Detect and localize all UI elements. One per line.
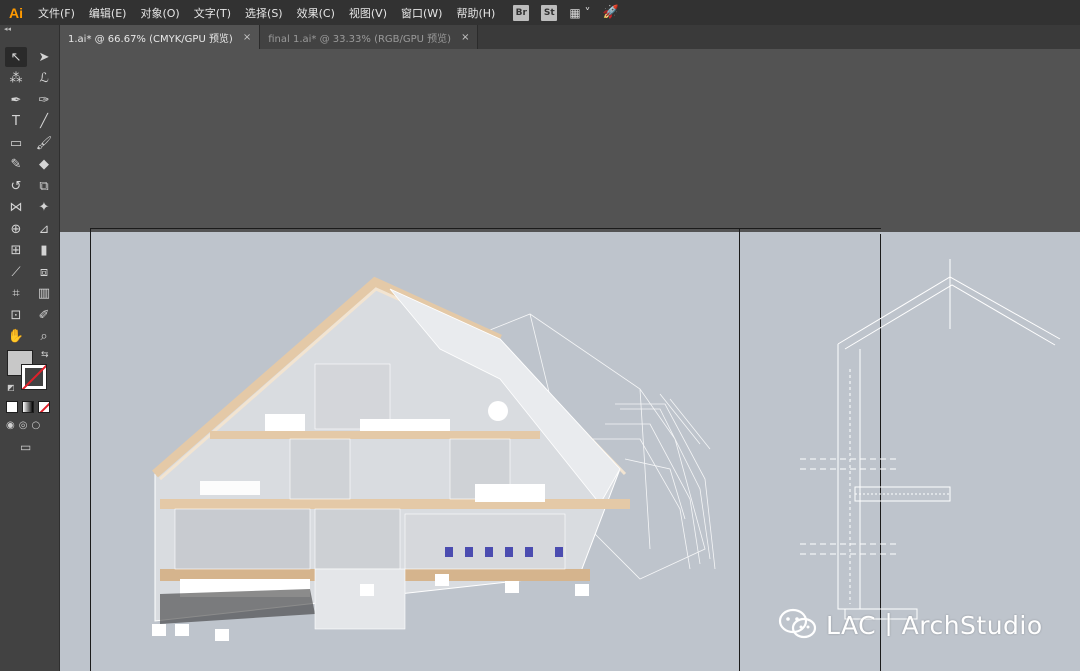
magic-wand-icon[interactable]: ⁂ [5,69,27,89]
blend-icon[interactable]: ⧈ [33,262,55,282]
artwork-house-section[interactable] [60,49,1080,671]
direct-selection-icon[interactable]: ➤ [33,47,55,67]
menu-window[interactable]: 窗口(W) [401,5,442,21]
gradient-icon[interactable]: ▮ [33,241,55,261]
width-icon[interactable]: ⋈ [5,198,27,218]
tool-row: ⊡ ✐ [5,305,55,325]
shape-builder-icon[interactable]: ⊕ [5,219,27,239]
tool-row: ↺ ⧉ [5,176,55,196]
curvature-icon[interactable]: ✑ [33,90,55,110]
draw-inside-icon[interactable]: ○ [31,420,40,434]
document-tabs: 1.ai* @ 66.67% (CMYK/GPU 预览) × final 1.a… [60,25,1080,49]
draw-normal-icon[interactable]: ◉ [6,420,15,434]
stock-button[interactable]: St [541,4,558,21]
hand-icon[interactable]: ✋ [5,327,27,347]
gradient-button[interactable] [22,401,34,413]
menu-type[interactable]: 文字(T) [194,5,231,21]
tool-row: ⟋ ⧈ [5,262,55,282]
eraser-icon[interactable]: ◆ [33,155,55,175]
column-graph-icon[interactable]: ▥ [33,284,55,304]
perspective-grid-icon[interactable]: ⊿ [33,219,55,239]
puppet-warp-icon[interactable]: ✦ [33,198,55,218]
tool-row: ✒ ✑ [5,90,55,110]
stroke-swatch[interactable] [21,364,47,390]
swap-fill-stroke-icon[interactable]: ⇆ [41,350,49,360]
tool-row: ✋ ⌕ [5,327,55,347]
zoom-icon[interactable]: ⌕ [33,327,55,347]
type-icon[interactable]: T [5,112,27,132]
menu-object[interactable]: 对象(O) [140,5,179,21]
screen-mode-icon[interactable]: ▭ [20,440,40,454]
tool-row: ⊕ ⊿ [5,219,55,239]
panel-collapse-icon[interactable]: ◂◂ [0,25,59,35]
menu-view[interactable]: 视图(V) [349,5,387,21]
illustrator-logo: Ai [9,4,23,21]
tool-row: ⌗ ▥ [5,284,55,304]
tab-final-1-ai[interactable]: final 1.ai* @ 33.33% (RGB/GPU 预览) × [260,25,479,49]
tool-row: ↖ ➤ [5,47,55,67]
watermark-text: LAC丨ArchStudio [826,611,1043,640]
draw-behind-icon[interactable]: ◎ [19,420,28,434]
pen-icon[interactable]: ✒ [5,90,27,110]
draw-mode-row: ◉ ◎ ○ [6,420,54,434]
default-fill-stroke-icon[interactable]: ◩ [7,383,15,392]
menu-help[interactable]: 帮助(H) [456,5,495,21]
fill-stroke-widget: ⇆ ◩ [5,350,53,398]
watermark: LAC丨ArchStudio [778,607,1043,641]
tab-1-ai[interactable]: 1.ai* @ 66.67% (CMYK/GPU 预览) × [60,25,261,49]
rotate-icon[interactable]: ↺ [5,176,27,196]
symbol-sprayer-icon[interactable]: ⌗ [5,284,27,304]
lasso-icon[interactable]: ℒ [33,69,55,89]
slice-icon[interactable]: ✐ [33,305,55,325]
shaper-icon[interactable]: ✎ [5,155,27,175]
tool-row: ✎ ◆ [5,155,55,175]
workspace-switcher-icon[interactable]: ▦ ˅ [569,6,590,20]
tools-panel: ◂◂ ⇆ ◩ ◉ ◎ ○ ▭ ↖ ➤ ⁂ ℒ ✒ ✑ T ╱ ▭ 🖌 ✎ ◆ ↺ ⧉ ⋈ ✦ ⊕ ⊿ ⊞ ▮ ⟋ ⧈ ⌗ ▥ ⊡… [0,25,60,671]
tool-row: ⊞ ▮ [5,241,55,261]
gpu-performance-icon[interactable]: 🚀 [602,5,618,20]
tab-label: 1.ai* @ 66.67% (CMYK/GPU 预览) [68,33,233,45]
color-button[interactable] [6,401,18,413]
mesh-icon[interactable]: ⊞ [5,241,27,261]
document-canvas[interactable]: LAC丨ArchStudio [60,49,1080,671]
bridge-button[interactable]: Br [513,4,530,21]
artboard-icon[interactable]: ⊡ [5,305,27,325]
scale-icon[interactable]: ⧉ [33,176,55,196]
tool-row: ⁂ ℒ [5,69,55,89]
menu-effect[interactable]: 效果(C) [297,5,335,21]
close-icon[interactable]: × [461,32,469,43]
paintbrush-icon[interactable]: 🖌 [33,133,55,153]
tool-row: ⋈ ✦ [5,198,55,218]
house-section-model [152,276,630,641]
none-button[interactable] [38,401,50,413]
menu-edit[interactable]: 编辑(E) [89,5,127,21]
color-mode-row [6,401,54,415]
rectangle-icon[interactable]: ▭ [5,133,27,153]
menu-bar: Ai 文件(F) 编辑(E) 对象(O) 文字(T) 选择(S) 效果(C) 视… [0,0,1080,25]
tool-row: T ╱ [5,112,55,132]
wechat-icon [778,608,817,639]
selection-icon[interactable]: ↖ [5,47,27,67]
menu-file[interactable]: 文件(F) [38,5,75,21]
tab-label: final 1.ai* @ 33.33% (RGB/GPU 预览) [268,33,452,45]
eyedropper-icon[interactable]: ⟋ [5,262,27,282]
line-segment-icon[interactable]: ╱ [33,112,55,132]
tool-row: ▭ 🖌 [5,133,55,153]
wall-detail-section [800,259,1061,620]
menu-select[interactable]: 选择(S) [245,5,283,21]
close-icon[interactable]: × [243,32,251,43]
